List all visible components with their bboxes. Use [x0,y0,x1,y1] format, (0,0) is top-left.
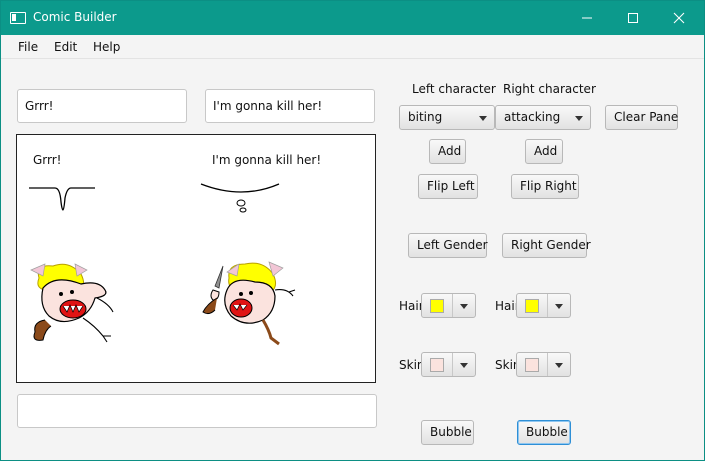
menu-bar: File Edit Help [1,35,704,59]
left-character-biting-icon [30,263,114,343]
menu-help[interactable]: Help [93,40,120,54]
chevron-down-icon [555,304,563,309]
caption-input[interactable] [17,394,377,428]
right-character-heading: Right character [503,82,596,96]
title-bar[interactable]: Comic Builder [1,1,704,35]
left-pose-select[interactable]: biting [399,105,495,130]
left-pose-value: biting [408,110,443,124]
clear-pane-button[interactable]: Clear Pane [605,105,678,130]
right-bubble-button[interactable]: Bubble [517,420,571,445]
chevron-down-icon [555,363,563,368]
minimize-button[interactable] [564,1,610,35]
shout-bubble-icon [29,187,95,211]
left-gender-button[interactable]: Left Gender [408,233,488,258]
menu-edit[interactable]: Edit [54,40,77,54]
right-skin-color-picker[interactable] [516,352,571,377]
left-bubble-button[interactable]: Bubble [421,420,474,445]
maximize-icon [628,13,638,23]
flip-right-button[interactable]: Flip Right [511,174,579,199]
left-hair-label: Hair [399,299,424,313]
chevron-down-icon [460,304,468,309]
left-skin-swatch [430,358,444,372]
minimize-icon [582,17,592,19]
right-speech-text: I'm gonna kill her! [212,153,322,167]
left-speech-input[interactable] [17,89,187,123]
right-pose-value: attacking [504,110,561,124]
right-gender-button[interactable]: Right Gender [502,233,591,258]
menu-file[interactable]: File [18,40,38,54]
right-speech-input[interactable] [205,89,375,123]
thought-bubble-icon [200,183,280,213]
left-speech-text: Grrr! [33,153,62,167]
right-character-attacking-icon [202,261,296,346]
app-window-icon [10,12,26,24]
close-icon [673,12,685,24]
maximize-button[interactable] [610,1,656,35]
chevron-down-icon [479,116,487,121]
left-add-button[interactable]: Add [429,139,466,164]
chevron-down-icon [575,116,583,121]
right-add-button[interactable]: Add [525,139,563,164]
left-skin-color-picker[interactable] [421,352,476,377]
chevron-down-icon [460,363,468,368]
window-title: Comic Builder [33,10,117,24]
app-window: Comic Builder File Edit Help Grrr! I'm g… [0,0,705,461]
right-hair-swatch [525,299,539,313]
right-skin-swatch [525,358,539,372]
left-hair-color-picker[interactable] [421,293,476,318]
right-pose-select[interactable]: attacking [495,105,591,130]
right-hair-color-picker[interactable] [516,293,571,318]
left-character-heading: Left character [412,82,496,96]
flip-left-button[interactable]: Flip Left [418,174,478,199]
main-content: Grrr! I'm gonna kill her! Grrr! I'm gonn… [2,59,703,459]
comic-pane[interactable]: Grrr! I'm gonna kill her! [16,134,376,383]
close-button[interactable] [656,1,702,35]
left-hair-swatch [430,299,444,313]
